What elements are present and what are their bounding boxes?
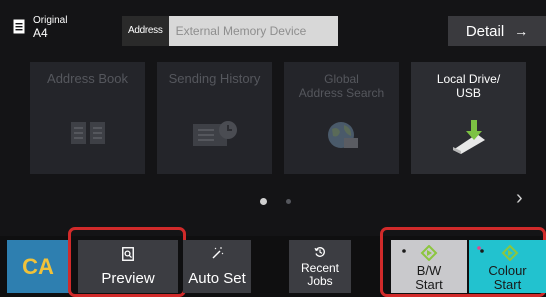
usb-drive-icon xyxy=(452,120,485,154)
recent-jobs-label: Recent Jobs xyxy=(300,261,340,288)
sending-history-icon xyxy=(192,121,237,146)
original-document-icon xyxy=(13,19,25,34)
globe-icon xyxy=(327,122,358,148)
preview-icon xyxy=(122,247,134,261)
address-value: External Memory Device xyxy=(175,24,307,38)
send-screen: Original A4 Address External Memory Devi… xyxy=(0,0,546,297)
tile-address-book[interactable]: Address Book xyxy=(30,62,145,174)
tile-local-drive-usb[interactable]: Local Drive/ USB xyxy=(411,62,526,174)
bw-start-button[interactable]: B/W Start xyxy=(391,240,467,293)
history-icon xyxy=(314,247,325,257)
address-field[interactable]: Address External Memory Device xyxy=(122,16,338,46)
address-tag: Address xyxy=(122,16,169,46)
address-book-icon xyxy=(70,122,105,144)
arrow-right-icon: → xyxy=(514,23,529,39)
magic-wand-icon xyxy=(212,247,224,259)
bw-start-icon xyxy=(402,245,438,261)
tile-label: Address Book xyxy=(47,71,128,86)
tile-label: Sending History xyxy=(168,71,261,86)
bw-start-label: B/W Start xyxy=(415,263,443,292)
colour-start-button[interactable]: Colour Start xyxy=(469,240,546,293)
original-label: Original xyxy=(33,15,68,26)
detail-label: Detail xyxy=(465,22,505,40)
page-dot-active xyxy=(260,198,267,205)
tile-global-address-search[interactable]: Global Address Search xyxy=(284,62,399,174)
tile-label: Local Drive/ USB xyxy=(436,72,501,100)
clear-all-button[interactable]: CA xyxy=(7,240,69,293)
recent-jobs-button[interactable]: Recent Jobs xyxy=(289,240,351,293)
auto-set-label: Auto Set xyxy=(188,270,246,287)
colour-start-label: Colour Start xyxy=(488,263,527,292)
preview-button[interactable]: Preview xyxy=(78,240,178,293)
page-dot xyxy=(286,199,291,204)
colour-start-icon xyxy=(477,245,519,261)
next-page-arrow-icon[interactable]: › xyxy=(516,187,523,210)
preview-label: Preview xyxy=(101,270,155,287)
tile-label: Global Address Search xyxy=(298,72,385,100)
tile-sending-history[interactable]: Sending History xyxy=(157,62,272,174)
original-size: A4 xyxy=(33,26,48,40)
detail-button[interactable]: Detail → xyxy=(448,16,546,46)
auto-set-button[interactable]: Auto Set xyxy=(183,240,251,293)
